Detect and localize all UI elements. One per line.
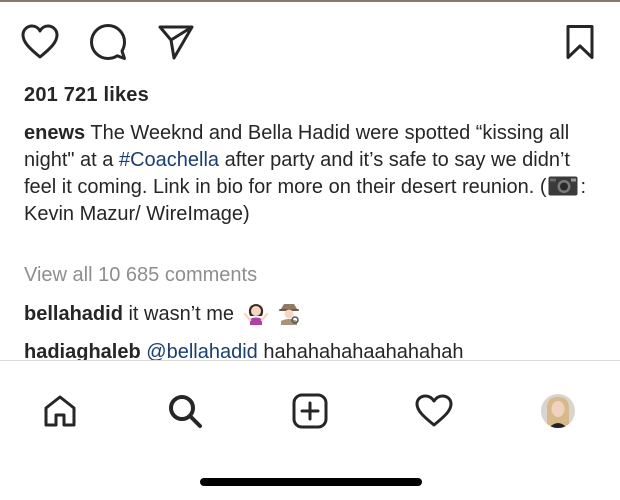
post-caption: enews The Weeknd and Bella Hadid were sp… [24, 120, 599, 228]
comment-mention[interactable]: @bellahadid [146, 341, 258, 360]
add-post-icon [292, 393, 328, 429]
tab-home[interactable] [38, 389, 82, 433]
like-button[interactable] [18, 20, 62, 64]
bookmark-icon [566, 25, 594, 59]
view-all-comments-link[interactable]: View all 10 685 comments [24, 264, 257, 287]
caption-hashtag[interactable]: #Coachella [119, 149, 219, 171]
comment-row: hadiaghaleb @bellahadid hahahahahaahahah… [24, 341, 464, 360]
tab-profile[interactable] [536, 389, 580, 433]
home-indicator [200, 478, 422, 486]
likes-count[interactable]: 201 721 likes [24, 84, 149, 107]
comment-text: hahahahahaahahahah [257, 341, 464, 360]
post-actions-bar [18, 20, 602, 64]
activity-icon [415, 394, 453, 427]
tab-activity[interactable] [412, 389, 456, 433]
home-icon [44, 395, 76, 427]
comment-text: it wasn’t me [128, 303, 235, 325]
search-icon [169, 395, 202, 428]
share-button[interactable] [154, 20, 198, 64]
profile-avatar [541, 394, 575, 428]
caption-username[interactable]: enews [24, 122, 85, 144]
share-icon [158, 25, 194, 60]
tab-search[interactable] [163, 389, 207, 433]
save-button[interactable] [558, 20, 602, 64]
heart-icon [21, 24, 59, 59]
tab-new-post[interactable] [288, 389, 332, 433]
comment-row: bellahadid it wasn’t me [24, 301, 301, 326]
comment-username[interactable]: hadiaghaleb [24, 341, 141, 360]
detective-icon [279, 304, 300, 325]
comment-icon [90, 24, 126, 60]
woman-shrugging-icon [243, 304, 268, 325]
comment-button[interactable] [86, 20, 130, 64]
photo-edge [0, 0, 620, 2]
camera-icon [548, 176, 578, 196]
comment-username[interactable]: bellahadid [24, 303, 123, 325]
